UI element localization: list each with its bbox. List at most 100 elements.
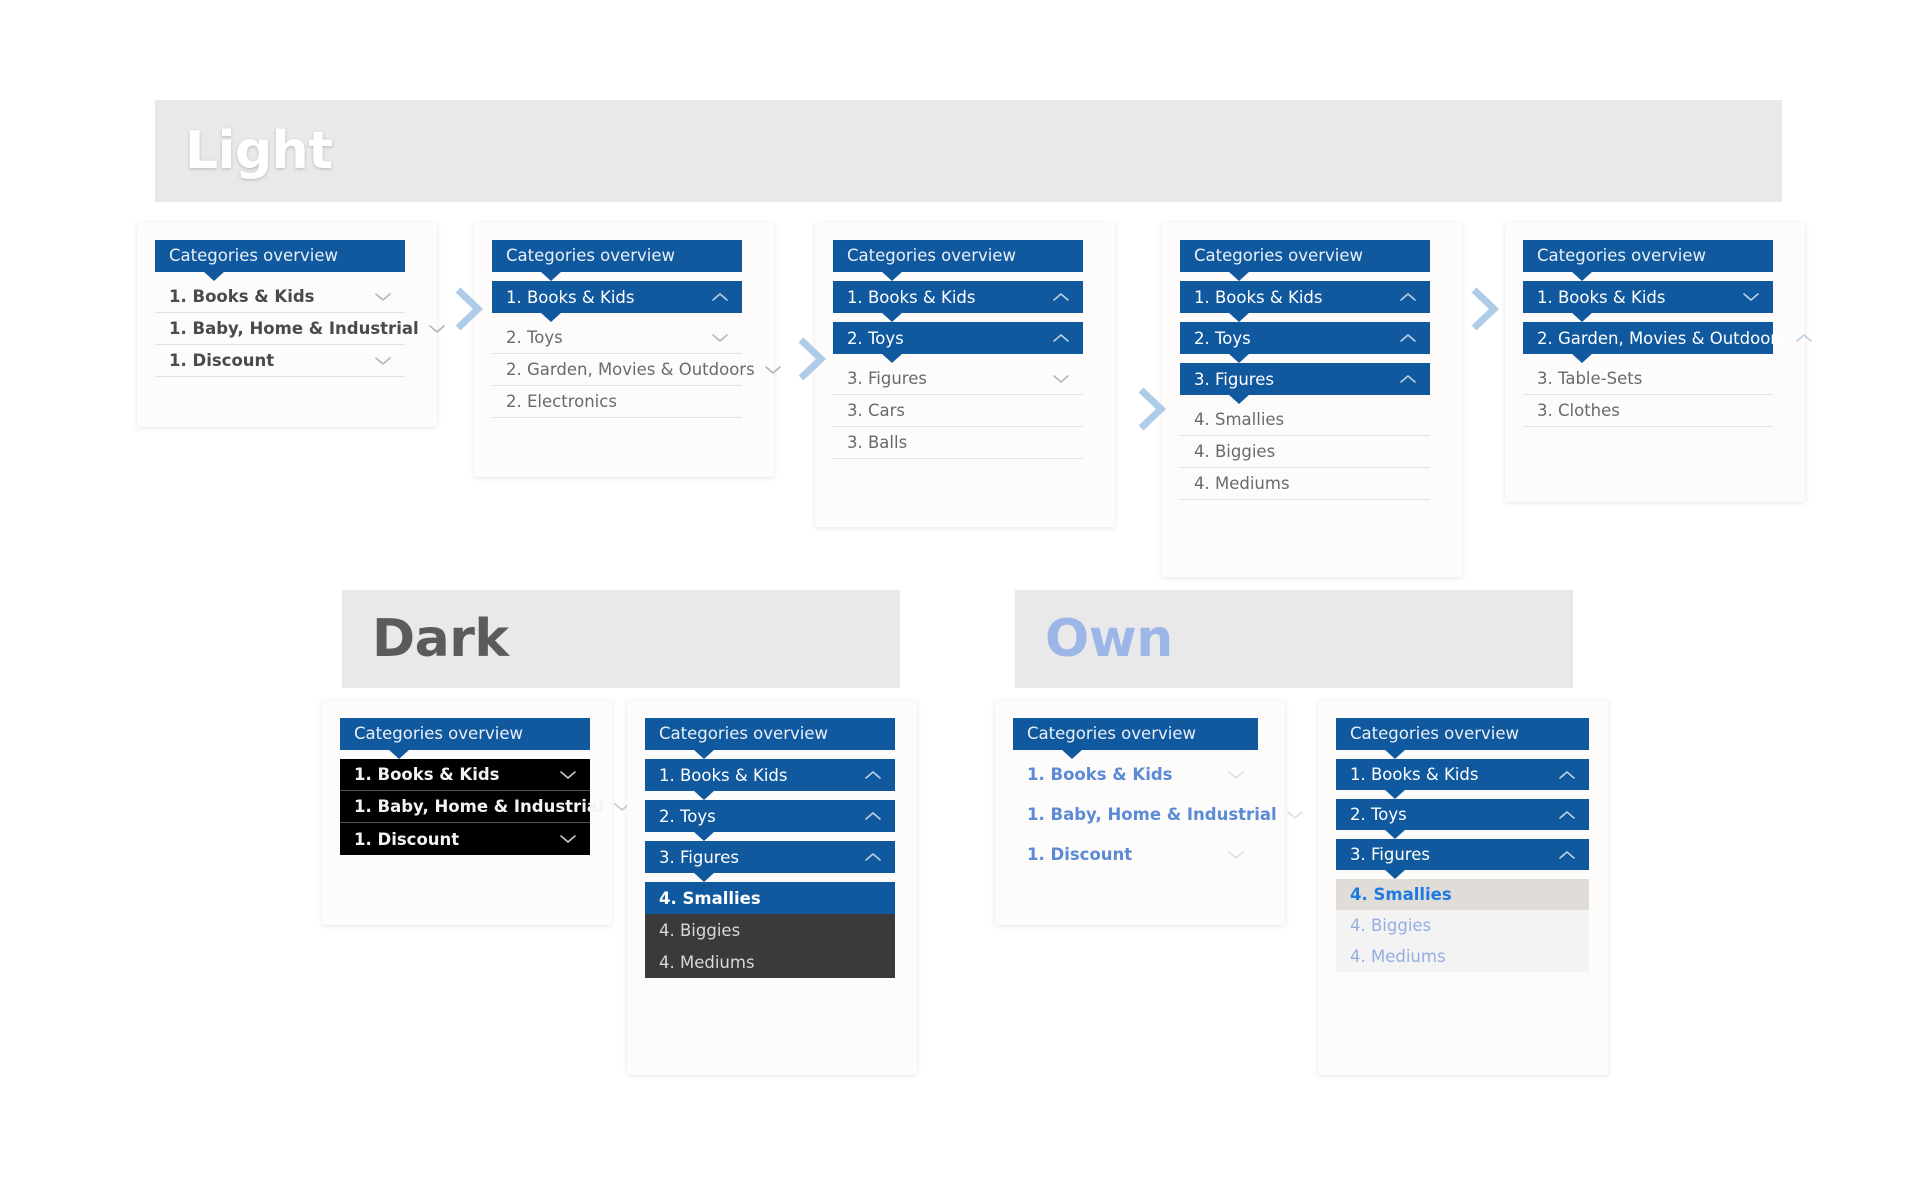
menu-item[interactable]: 1. Books & Kids <box>1013 759 1258 790</box>
menu-item[interactable]: 4. Biggies <box>1180 436 1430 468</box>
chevron-down-icon[interactable] <box>1286 810 1303 820</box>
menu-item[interactable]: 2. Electronics <box>492 386 742 418</box>
menu-item[interactable]: 2. Toys <box>645 800 895 841</box>
menu-item[interactable]: 1. Discount <box>340 823 590 855</box>
chevron-down-icon[interactable] <box>1228 770 1244 780</box>
chevron-down-icon[interactable] <box>764 365 781 375</box>
menu-item-label: 3. Cars <box>847 401 905 420</box>
menu-item[interactable]: 1. Books & Kids <box>833 281 1083 322</box>
menu-item[interactable]: 2. Toys <box>833 322 1083 363</box>
menu-item[interactable]: 3. Figures <box>833 363 1083 395</box>
menu-item[interactable]: 4. Smallies <box>645 882 895 914</box>
chevron-up-icon[interactable] <box>1400 374 1416 384</box>
chevron-up-icon[interactable] <box>1795 333 1812 343</box>
menu-item[interactable]: 1. Books & Kids <box>1180 281 1430 322</box>
arrow-between-panel-3-4 <box>1135 385 1169 433</box>
menu-item[interactable]: 1. Books & Kids <box>492 281 742 322</box>
chevron-down-icon[interactable] <box>375 292 391 302</box>
menu-item-label: 1. Baby, Home & Industrial <box>354 797 604 816</box>
chevron-down-icon[interactable] <box>560 770 576 780</box>
notch-triangle <box>1228 271 1250 281</box>
menu-item[interactable]: 3. Clothes <box>1523 395 1773 427</box>
chevron-up-icon[interactable] <box>1400 333 1416 343</box>
menu-item[interactable]: 1. Books & Kids <box>340 759 590 791</box>
chevron-down-icon[interactable] <box>1228 850 1244 860</box>
menu-item[interactable]: 1. Books & Kids <box>155 281 405 313</box>
chevron-up-icon[interactable] <box>1053 292 1069 302</box>
menu-item[interactable]: 1. Baby, Home & Industrial <box>340 791 630 823</box>
menu-item-label: 4. Smallies <box>1350 885 1452 904</box>
menu-item-label: 1. Books & Kids <box>169 287 315 306</box>
menu-item[interactable]: 4. Smallies <box>1180 404 1430 436</box>
menu-item-label: 1. Books & Kids <box>354 765 500 784</box>
menu-item[interactable]: 2. Toys <box>492 322 742 354</box>
categories-overview-header: Categories overview <box>1180 240 1430 281</box>
chevron-right-icon <box>798 337 827 381</box>
arrow-between-panel-1-2 <box>452 285 486 333</box>
menu-item-label: 2. Garden, Movies & Outdoors <box>1537 328 1786 348</box>
chevron-down-icon[interactable] <box>1053 374 1069 384</box>
menu-item-label: 1. Books & Kids <box>1350 765 1479 784</box>
light-panel-3: Categories overview 1. Books & Kids 2. Toy… <box>815 222 1115 527</box>
notch-triangle <box>1384 829 1406 839</box>
menu-item[interactable]: 4. Biggies <box>645 914 895 946</box>
menu-item[interactable]: 2. Toys <box>1180 322 1430 363</box>
chevron-down-icon[interactable] <box>1743 292 1759 302</box>
chevron-up-icon[interactable] <box>1559 810 1575 820</box>
chevron-up-icon[interactable] <box>1559 770 1575 780</box>
menu-item[interactable]: 3. Balls <box>833 427 1083 459</box>
menu-item[interactable]: 1. Discount <box>155 345 405 377</box>
panel-body: Categories overview 1. Books & Kids 1. Bab… <box>137 222 445 395</box>
menu-item[interactable]: 4. Smallies <box>1336 879 1589 910</box>
chevron-up-icon[interactable] <box>865 770 881 780</box>
chevron-up-icon[interactable] <box>1559 850 1575 860</box>
menu-item[interactable]: 4. Mediums <box>1180 468 1430 500</box>
chevron-right-icon <box>1471 287 1500 331</box>
chevron-up-icon[interactable] <box>1053 333 1069 343</box>
menu-item-label: 1. Baby, Home & Industrial <box>169 319 419 338</box>
menu-item[interactable]: 2. Garden, Movies & Outdoors <box>1523 322 1812 363</box>
menu-item[interactable]: 1. Discount <box>1013 839 1258 870</box>
categories-overview-header: Categories overview <box>1013 718 1258 759</box>
chevron-down-icon[interactable] <box>428 324 445 334</box>
panel-body: Categories overview 1. Books & Kids 2. Toy… <box>1318 700 1608 990</box>
chevron-up-icon[interactable] <box>865 811 881 821</box>
arrow-between-panel-2-3 <box>795 335 829 383</box>
menu-item-label: 1. Discount <box>169 351 275 370</box>
notch-triangle <box>540 271 562 281</box>
menu-item[interactable]: 1. Books & Kids <box>1336 759 1589 799</box>
menu-item[interactable]: 1. Books & Kids <box>1523 281 1773 322</box>
chevron-down-icon[interactable] <box>375 356 391 366</box>
chevron-up-icon[interactable] <box>712 292 728 302</box>
menu-item[interactable]: 1. Baby, Home & Industrial <box>1013 799 1303 830</box>
menu-item[interactable]: 2. Garden, Movies & Outdoors <box>492 354 781 386</box>
menu-item[interactable]: 3. Figures <box>1180 363 1430 404</box>
panel-body: Categories overview 1. Books & Kids 2. Toy… <box>815 222 1115 477</box>
menu-item[interactable]: 3. Cars <box>833 395 1083 427</box>
menu-item[interactable]: 3. Table-Sets <box>1523 363 1773 395</box>
chevron-up-icon[interactable] <box>1400 292 1416 302</box>
banner-own: Own <box>1015 590 1573 688</box>
panel-body: Categories overview 1. Books & Kids 2. Toy… <box>627 700 917 996</box>
menu-item[interactable]: 1. Baby, Home & Industrial <box>155 313 445 345</box>
menu-item[interactable]: 3. Figures <box>1336 839 1589 879</box>
notch-triangle <box>1228 312 1250 322</box>
chevron-down-icon[interactable] <box>712 333 728 343</box>
header-label: Categories overview <box>169 246 338 265</box>
header-label: Categories overview <box>354 724 523 743</box>
menu-item[interactable]: 4. Mediums <box>1336 941 1589 972</box>
chevron-down-icon[interactable] <box>560 834 576 844</box>
menu-item[interactable]: 2. Toys <box>1336 799 1589 839</box>
notch-triangle <box>1571 312 1593 322</box>
menu-item[interactable]: 4. Mediums <box>645 946 895 978</box>
notch-triangle <box>693 831 715 841</box>
menu-item[interactable]: 4. Biggies <box>1336 910 1589 941</box>
own-panel-1: Categories overview 1. Books & Kids 1. Bab… <box>995 700 1303 925</box>
dark-panel-1: Categories overview 1. Books & Kids 1. Bab… <box>322 700 630 925</box>
own-panel-2: Categories overview 1. Books & Kids 2. Toy… <box>1318 700 1608 1075</box>
light-panel-2: Categories overview 1. Books & Kids 2. Toy… <box>474 222 781 477</box>
chevron-up-icon[interactable] <box>865 852 881 862</box>
menu-item[interactable]: 3. Figures <box>645 841 895 882</box>
menu-item[interactable]: 1. Books & Kids <box>645 759 895 800</box>
menu-item-label: 2. Electronics <box>506 392 617 411</box>
